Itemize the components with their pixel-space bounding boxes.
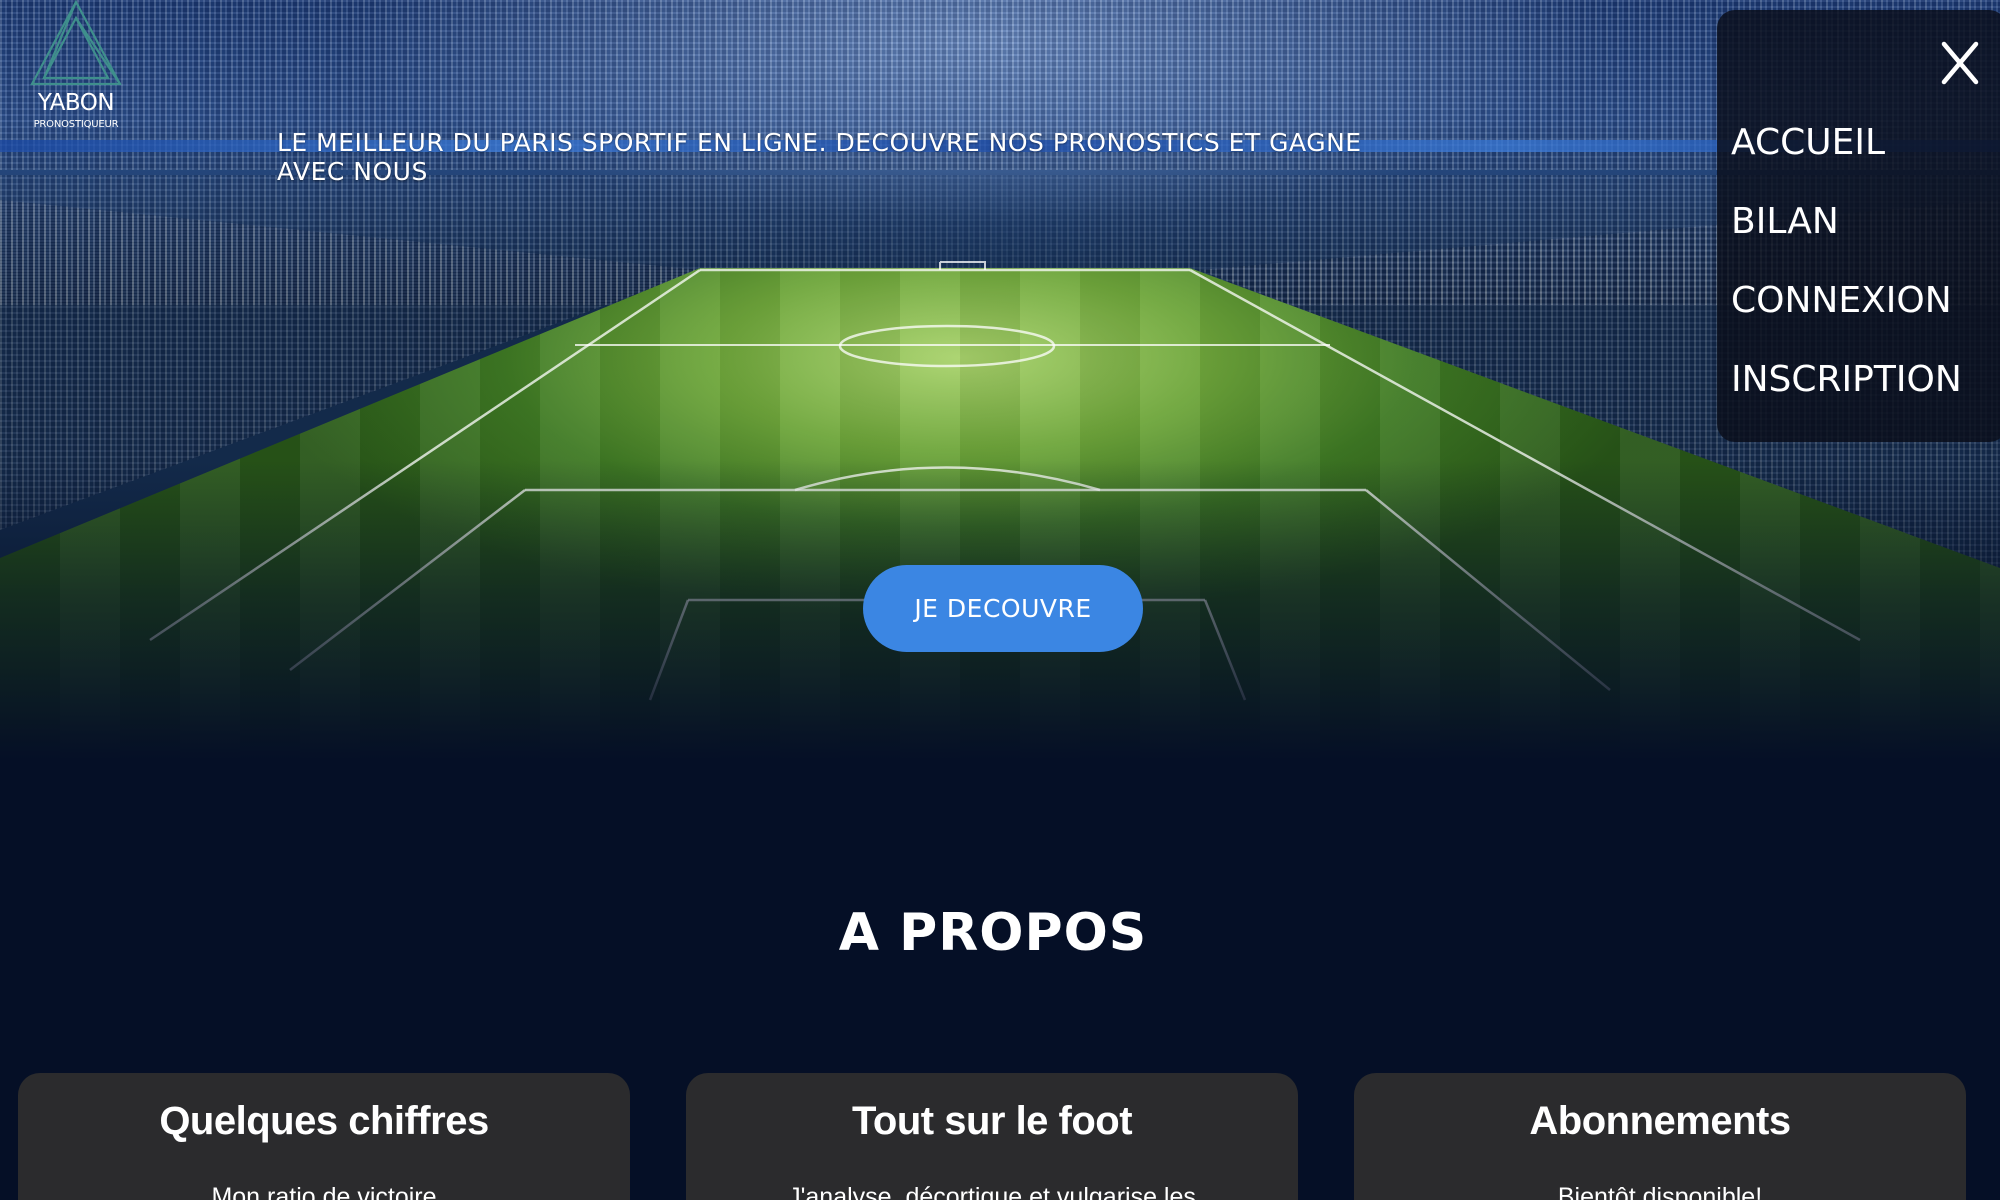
triangle-logo-icon bbox=[30, 0, 122, 86]
logo-brand-name: YABON bbox=[37, 90, 115, 116]
hero-tagline: Le meilleur du paris sportif en ligne. D… bbox=[277, 128, 1362, 186]
card-title: Abonnements bbox=[1529, 1099, 1791, 1143]
about-card-stats: Quelques chiffres Mon ratio de victoire bbox=[18, 1073, 630, 1200]
close-icon bbox=[1941, 41, 1979, 85]
close-menu-button[interactable] bbox=[1940, 40, 1980, 86]
menu-item-bilan[interactable]: Bilan bbox=[1731, 201, 1839, 242]
about-card-football: Tout sur le foot J'analyse, décortique e… bbox=[686, 1073, 1298, 1200]
card-text: J'analyse, décortique et vulgarise les bbox=[788, 1183, 1196, 1200]
menu-item-connexion[interactable]: Connexion bbox=[1731, 280, 1952, 321]
card-title: Tout sur le foot bbox=[851, 1099, 1133, 1143]
menu-item-inscription[interactable]: Inscription bbox=[1731, 359, 1962, 400]
menu-item-accueil[interactable]: Accueil bbox=[1731, 122, 1885, 163]
card-text: Mon ratio de victoire bbox=[211, 1183, 437, 1200]
about-card-subscriptions: Abonnements Bientôt disponible! bbox=[1354, 1073, 1966, 1200]
card-text: Bientôt disponible! bbox=[1557, 1183, 1763, 1200]
site-logo[interactable]: YABON PRONOSTIQUEUR bbox=[26, 0, 126, 134]
discover-button[interactable]: Je decouvre bbox=[863, 565, 1143, 652]
logo-brand-subtitle: PRONOSTIQUEUR bbox=[33, 119, 119, 130]
about-section-title: A propos bbox=[838, 903, 1148, 963]
card-title: Quelques chiffres bbox=[159, 1099, 489, 1143]
